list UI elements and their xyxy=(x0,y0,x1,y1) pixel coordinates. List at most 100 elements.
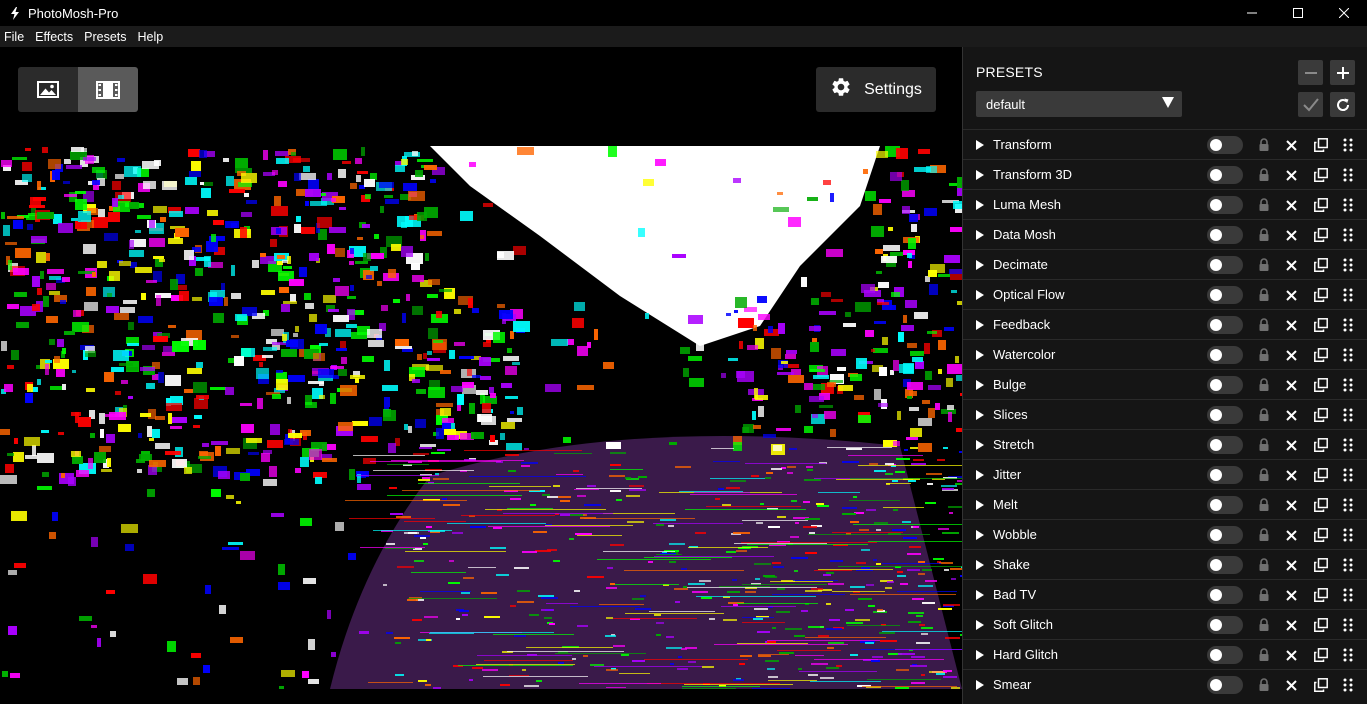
duplicate-icon[interactable] xyxy=(1313,467,1329,483)
effect-row[interactable]: Soft Glitch xyxy=(963,609,1367,639)
duplicate-icon[interactable] xyxy=(1313,647,1329,663)
drag-handle-icon[interactable] xyxy=(1340,557,1356,573)
remove-effect-icon[interactable] xyxy=(1283,317,1299,333)
expand-arrow-icon[interactable] xyxy=(976,320,984,330)
lock-icon[interactable] xyxy=(1256,677,1272,693)
lock-icon[interactable] xyxy=(1256,407,1272,423)
expand-arrow-icon[interactable] xyxy=(976,410,984,420)
lock-icon[interactable] xyxy=(1256,497,1272,513)
remove-effect-icon[interactable] xyxy=(1283,407,1299,423)
duplicate-icon[interactable] xyxy=(1313,557,1329,573)
maximize-button[interactable] xyxy=(1275,0,1321,26)
drag-handle-icon[interactable] xyxy=(1340,287,1356,303)
drag-handle-icon[interactable] xyxy=(1340,437,1356,453)
lock-icon[interactable] xyxy=(1256,347,1272,363)
preset-dropdown[interactable]: default xyxy=(976,91,1182,117)
remove-effect-icon[interactable] xyxy=(1283,587,1299,603)
expand-arrow-icon[interactable] xyxy=(976,170,984,180)
drag-handle-icon[interactable] xyxy=(1340,467,1356,483)
drag-handle-icon[interactable] xyxy=(1340,377,1356,393)
remove-effect-icon[interactable] xyxy=(1283,467,1299,483)
effect-row[interactable]: Melt xyxy=(963,489,1367,519)
effect-row[interactable]: Smear xyxy=(963,669,1367,699)
effect-row[interactable]: Luma Mesh xyxy=(963,189,1367,219)
drag-handle-icon[interactable] xyxy=(1340,497,1356,513)
drag-handle-icon[interactable] xyxy=(1340,617,1356,633)
expand-arrow-icon[interactable] xyxy=(976,440,984,450)
effect-enable-toggle[interactable] xyxy=(1207,316,1243,334)
lock-icon[interactable] xyxy=(1256,647,1272,663)
lock-icon[interactable] xyxy=(1256,227,1272,243)
remove-effect-icon[interactable] xyxy=(1283,497,1299,513)
remove-effect-icon[interactable] xyxy=(1283,377,1299,393)
effect-row[interactable]: Transform xyxy=(963,129,1367,159)
duplicate-icon[interactable] xyxy=(1313,437,1329,453)
expand-arrow-icon[interactable] xyxy=(976,230,984,240)
effect-enable-toggle[interactable] xyxy=(1207,136,1243,154)
add-preset-button[interactable] xyxy=(1330,60,1355,85)
expand-arrow-icon[interactable] xyxy=(976,530,984,540)
effect-enable-toggle[interactable] xyxy=(1207,466,1243,484)
duplicate-icon[interactable] xyxy=(1313,167,1329,183)
effect-enable-toggle[interactable] xyxy=(1207,556,1243,574)
expand-arrow-icon[interactable] xyxy=(976,680,984,690)
duplicate-icon[interactable] xyxy=(1313,377,1329,393)
menu-file[interactable]: File xyxy=(4,30,24,44)
effect-row[interactable]: Feedback xyxy=(963,309,1367,339)
effect-row[interactable]: Transform 3D xyxy=(963,159,1367,189)
drag-handle-icon[interactable] xyxy=(1340,317,1356,333)
effect-enable-toggle[interactable] xyxy=(1207,646,1243,664)
effect-enable-toggle[interactable] xyxy=(1207,676,1243,694)
effect-row[interactable]: Bulge xyxy=(963,369,1367,399)
duplicate-icon[interactable] xyxy=(1313,407,1329,423)
effect-enable-toggle[interactable] xyxy=(1207,166,1243,184)
lock-icon[interactable] xyxy=(1256,257,1272,273)
remove-effect-icon[interactable] xyxy=(1283,257,1299,273)
effect-row[interactable]: Watercolor xyxy=(963,339,1367,369)
effect-enable-toggle[interactable] xyxy=(1207,196,1243,214)
expand-arrow-icon[interactable] xyxy=(976,140,984,150)
menu-presets[interactable]: Presets xyxy=(84,30,126,44)
effect-enable-toggle[interactable] xyxy=(1207,226,1243,244)
expand-arrow-icon[interactable] xyxy=(976,260,984,270)
drag-handle-icon[interactable] xyxy=(1340,197,1356,213)
expand-arrow-icon[interactable] xyxy=(976,560,984,570)
duplicate-icon[interactable] xyxy=(1313,227,1329,243)
lock-icon[interactable] xyxy=(1256,587,1272,603)
duplicate-icon[interactable] xyxy=(1313,197,1329,213)
effect-enable-toggle[interactable] xyxy=(1207,616,1243,634)
effect-row[interactable]: Slices xyxy=(963,399,1367,429)
effect-row[interactable]: Decimate xyxy=(963,249,1367,279)
lock-icon[interactable] xyxy=(1256,137,1272,153)
effect-enable-toggle[interactable] xyxy=(1207,526,1243,544)
lock-icon[interactable] xyxy=(1256,167,1272,183)
expand-arrow-icon[interactable] xyxy=(976,470,984,480)
effect-enable-toggle[interactable] xyxy=(1207,586,1243,604)
effect-enable-toggle[interactable] xyxy=(1207,256,1243,274)
drag-handle-icon[interactable] xyxy=(1340,647,1356,663)
remove-effect-icon[interactable] xyxy=(1283,227,1299,243)
effect-row[interactable]: Hard Glitch xyxy=(963,639,1367,669)
drag-handle-icon[interactable] xyxy=(1340,587,1356,603)
minimize-button[interactable] xyxy=(1229,0,1275,26)
expand-arrow-icon[interactable] xyxy=(976,200,984,210)
remove-preset-button[interactable] xyxy=(1298,60,1323,85)
video-mode-button[interactable] xyxy=(78,67,138,112)
drag-handle-icon[interactable] xyxy=(1340,227,1356,243)
effect-enable-toggle[interactable] xyxy=(1207,496,1243,514)
menu-help[interactable]: Help xyxy=(138,30,164,44)
drag-handle-icon[interactable] xyxy=(1340,527,1356,543)
drag-handle-icon[interactable] xyxy=(1340,347,1356,363)
menu-effects[interactable]: Effects xyxy=(35,30,73,44)
duplicate-icon[interactable] xyxy=(1313,587,1329,603)
lock-icon[interactable] xyxy=(1256,527,1272,543)
remove-effect-icon[interactable] xyxy=(1283,437,1299,453)
drag-handle-icon[interactable] xyxy=(1340,167,1356,183)
effect-row[interactable]: Jitter xyxy=(963,459,1367,489)
lock-icon[interactable] xyxy=(1256,317,1272,333)
save-preset-button[interactable] xyxy=(1298,92,1323,117)
remove-effect-icon[interactable] xyxy=(1283,287,1299,303)
effect-enable-toggle[interactable] xyxy=(1207,376,1243,394)
remove-effect-icon[interactable] xyxy=(1283,167,1299,183)
duplicate-icon[interactable] xyxy=(1313,137,1329,153)
